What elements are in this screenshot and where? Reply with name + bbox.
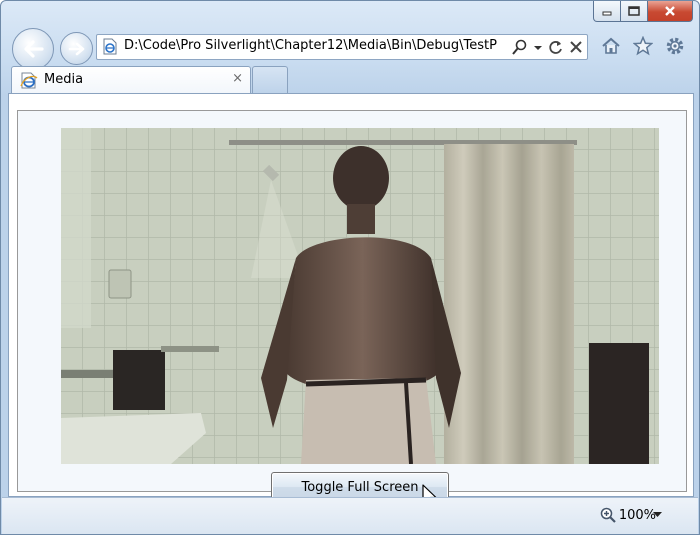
back-arrow-icon: [24, 40, 44, 58]
tab-media[interactable]: Media ×: [11, 66, 251, 94]
search-icon[interactable]: [512, 39, 528, 55]
favorites-star-icon[interactable]: [633, 36, 653, 56]
address-tools: [512, 37, 583, 57]
status-bar: 100%: [2, 497, 698, 534]
zoom-dropdown-icon[interactable]: [653, 512, 662, 518]
caption-buttons: [593, 1, 693, 22]
minimize-icon: [602, 11, 612, 16]
gear-icon[interactable]: [665, 36, 685, 56]
forward-button[interactable]: [60, 32, 93, 65]
forward-arrow-icon: [68, 42, 84, 55]
toolbar-icons: [601, 36, 685, 56]
close-window-button[interactable]: [648, 1, 693, 22]
stop-icon[interactable]: [569, 39, 583, 55]
ie-page-icon: [20, 72, 38, 89]
zoom-level: 100%: [618, 507, 656, 523]
zoom-icon: [600, 507, 616, 523]
dropdown-icon[interactable]: [534, 39, 542, 55]
tab-close-button[interactable]: ×: [232, 71, 243, 86]
page-icon: [103, 38, 117, 55]
new-tab-button[interactable]: [252, 66, 288, 93]
home-icon[interactable]: [601, 36, 621, 56]
silverlight-panel: Toggle Full Screen: [17, 110, 687, 507]
video-frame-image: [61, 128, 659, 464]
address-bar[interactable]: D:\Code\Pro Silverlight\Chapter12\Media\…: [96, 34, 588, 60]
tab-label: Media: [44, 72, 84, 87]
maximize-icon: [628, 6, 640, 16]
back-button[interactable]: [12, 28, 54, 70]
address-url[interactable]: D:\Code\Pro Silverlight\Chapter12\Media\…: [124, 38, 504, 53]
refresh-icon[interactable]: [548, 39, 563, 55]
browser-window: D:\Code\Pro Silverlight\Chapter12\Media\…: [0, 0, 700, 535]
page-content: Toggle Full Screen: [8, 93, 694, 507]
media-element-video[interactable]: [61, 128, 659, 464]
maximize-button[interactable]: [621, 1, 648, 22]
zoom-control[interactable]: 100%: [600, 507, 656, 523]
minimize-button[interactable]: [593, 1, 621, 22]
close-icon: [665, 6, 675, 16]
